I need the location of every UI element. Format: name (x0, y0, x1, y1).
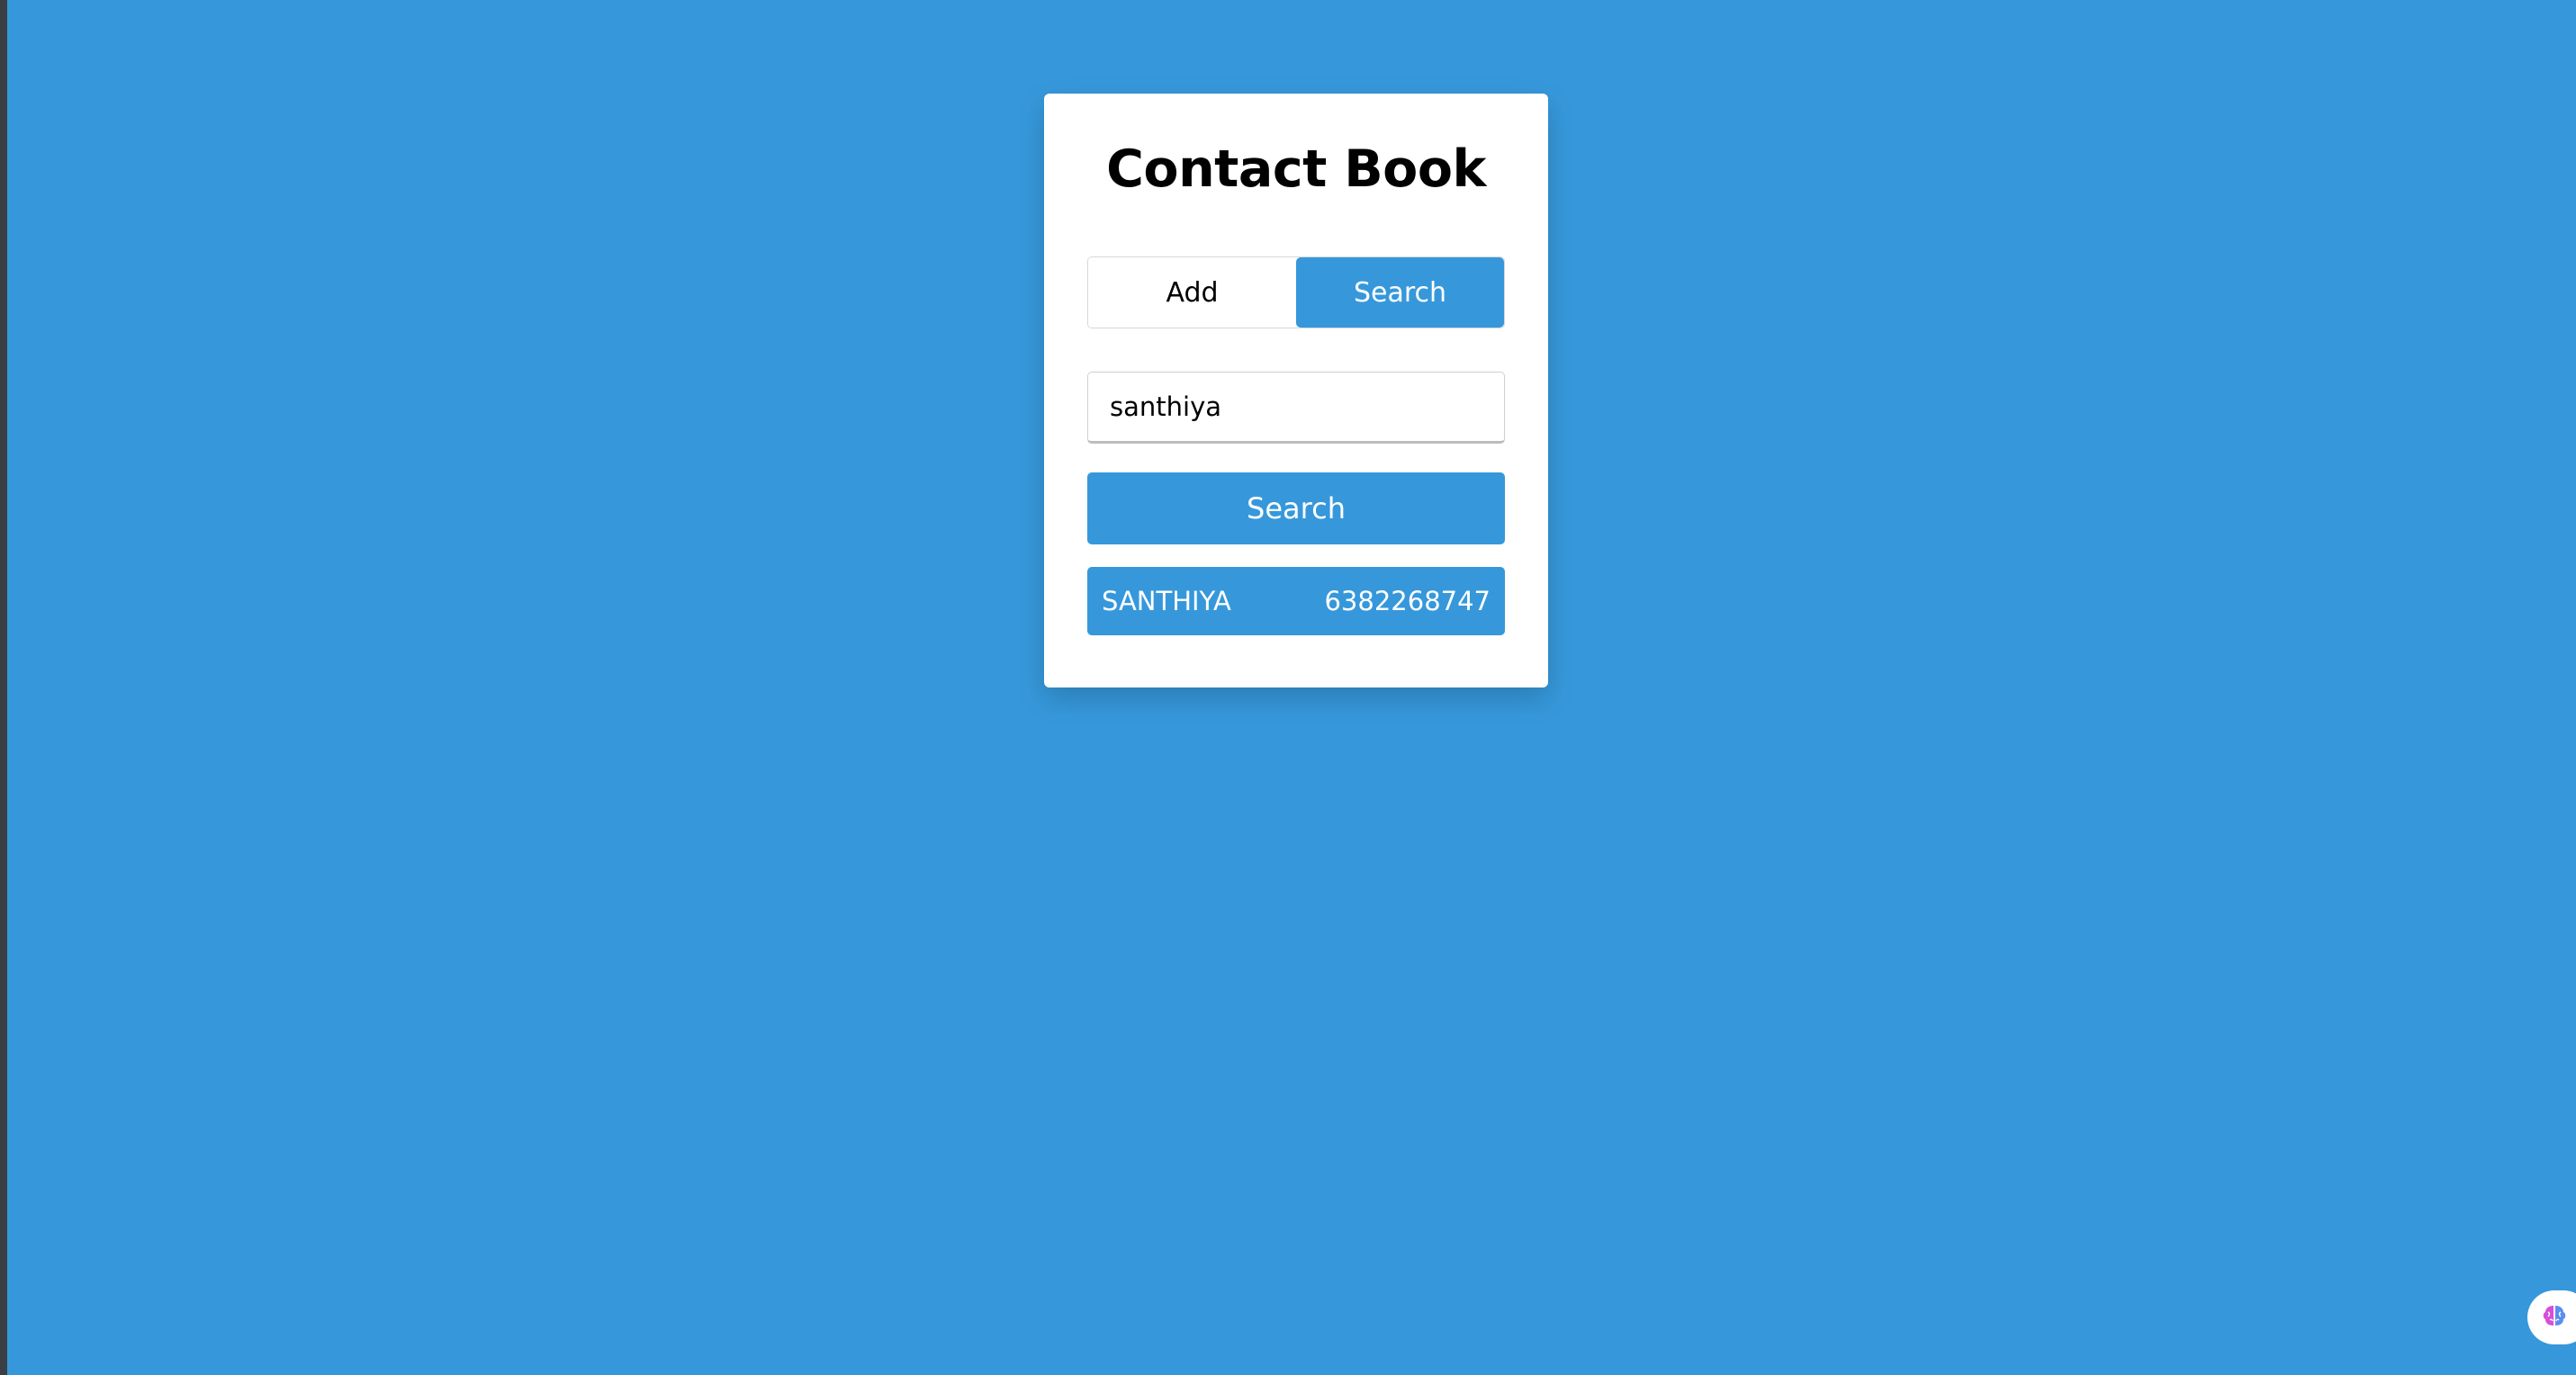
tab-add[interactable]: Add (1088, 257, 1296, 328)
contact-book-card: Contact Book Add Search Search SANTHIYA … (1044, 94, 1548, 688)
result-name: SANTHIYA (1102, 586, 1231, 616)
search-button[interactable]: Search (1087, 472, 1505, 544)
mode-tabs: Add Search (1087, 256, 1505, 328)
result-row: SANTHIYA 6382268747 (1087, 567, 1505, 635)
search-input[interactable] (1087, 372, 1505, 444)
page-title: Contact Book (1106, 139, 1486, 199)
brain-icon (2540, 1301, 2569, 1334)
window-edge (0, 0, 7, 1375)
assistant-fab[interactable] (2527, 1290, 2576, 1344)
tab-search[interactable]: Search (1296, 257, 1504, 328)
result-phone: 6382268747 (1324, 586, 1491, 616)
